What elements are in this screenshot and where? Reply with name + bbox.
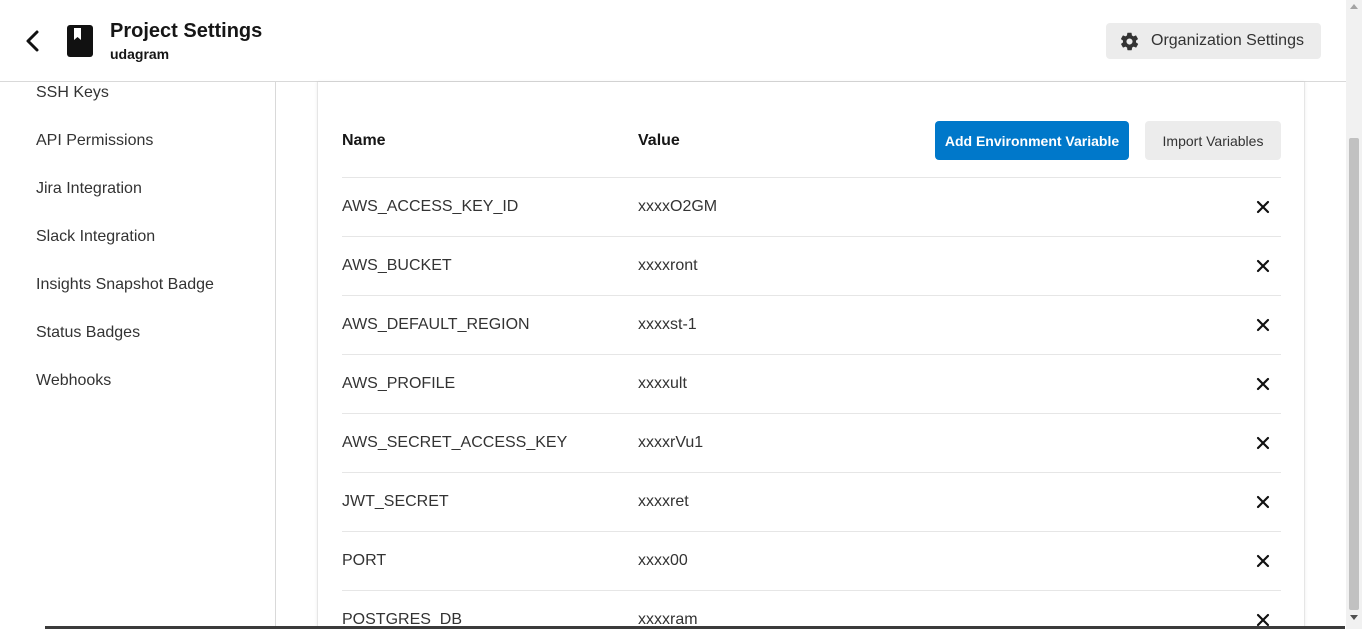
scroll-up-arrow-icon[interactable] xyxy=(1350,4,1358,9)
table-row: AWS_PROFILE xxxxult xyxy=(342,354,1281,413)
scroll-down-arrow-icon[interactable] xyxy=(1350,615,1358,620)
variable-name: PORT xyxy=(342,552,387,569)
close-icon[interactable] xyxy=(1255,199,1271,215)
sidebar-item-webhooks[interactable]: Webhooks xyxy=(36,372,111,390)
sidebar-item-slack-integration[interactable]: Slack Integration xyxy=(36,228,155,246)
environment-variables-panel: Name Value Add Environment Variable Impo… xyxy=(317,82,1305,629)
column-header-name: Name xyxy=(342,132,386,149)
variable-name: AWS_DEFAULT_REGION xyxy=(342,316,530,333)
variable-name: AWS_ACCESS_KEY_ID xyxy=(342,198,519,215)
variable-name: AWS_PROFILE xyxy=(342,375,456,392)
organization-settings-button[interactable]: Organization Settings xyxy=(1106,23,1321,59)
table-row: AWS_BUCKET xxxxront xyxy=(342,236,1281,295)
chevron-left-icon xyxy=(26,30,39,52)
gear-icon xyxy=(1120,32,1139,51)
variable-value: xxxxult xyxy=(638,375,687,392)
variable-name: AWS_SECRET_ACCESS_KEY xyxy=(342,434,568,451)
variable-value: xxxxret xyxy=(638,493,689,510)
project-name: udagram xyxy=(110,46,170,62)
variable-name: AWS_BUCKET xyxy=(342,257,452,274)
add-environment-variable-button[interactable]: Add Environment Variable xyxy=(935,121,1129,160)
close-icon[interactable] xyxy=(1255,376,1271,392)
organization-settings-label: Organization Settings xyxy=(1151,32,1304,49)
vertical-scrollbar[interactable] xyxy=(1346,0,1362,629)
table-row: AWS_DEFAULT_REGION xxxxst-1 xyxy=(342,295,1281,354)
scrollbar-thumb[interactable] xyxy=(1349,138,1359,610)
sidebar-item-insights-snapshot-badge[interactable]: Insights Snapshot Badge xyxy=(36,276,214,294)
sidebar-item-status-badges[interactable]: Status Badges xyxy=(36,324,140,342)
page-header: Project Settings udagram Organization Se… xyxy=(0,0,1346,82)
table-row: POSTGRES_DB xxxxram xyxy=(342,590,1281,629)
close-icon[interactable] xyxy=(1255,258,1271,274)
back-button[interactable] xyxy=(18,26,48,56)
variable-value: xxxxrVu1 xyxy=(638,434,704,451)
table-row: AWS_ACCESS_KEY_ID xxxxO2GM xyxy=(342,177,1281,236)
app-window: Project Settings udagram Organization Se… xyxy=(0,0,1362,629)
table-row: AWS_SECRET_ACCESS_KEY xxxxrVu1 xyxy=(342,413,1281,472)
variable-value: xxxxront xyxy=(638,257,698,274)
table-row: JWT_SECRET xxxxret xyxy=(342,472,1281,531)
close-icon[interactable] xyxy=(1255,435,1271,451)
close-icon[interactable] xyxy=(1255,553,1271,569)
sidebar-item-ssh-keys[interactable]: SSH Keys xyxy=(36,84,109,102)
bookmark-book-icon xyxy=(66,25,94,57)
settings-sidebar: SSH Keys API Permissions Jira Integratio… xyxy=(0,82,276,629)
close-icon[interactable] xyxy=(1255,317,1271,333)
variable-value: xxxx00 xyxy=(638,552,688,569)
sidebar-item-jira-integration[interactable]: Jira Integration xyxy=(36,180,142,198)
environment-variables-table: AWS_ACCESS_KEY_ID xxxxO2GM AWS_BUCKET xx… xyxy=(342,177,1281,629)
sidebar-item-api-permissions[interactable]: API Permissions xyxy=(36,132,153,150)
close-icon[interactable] xyxy=(1255,494,1271,510)
table-row: PORT xxxx00 xyxy=(342,531,1281,590)
variable-name: JWT_SECRET xyxy=(342,493,449,510)
variable-value: xxxxst-1 xyxy=(638,316,697,333)
variable-value: xxxxO2GM xyxy=(638,198,718,215)
import-variables-button[interactable]: Import Variables xyxy=(1145,121,1281,160)
page-title: Project Settings xyxy=(110,20,263,42)
column-header-value: Value xyxy=(638,132,680,149)
